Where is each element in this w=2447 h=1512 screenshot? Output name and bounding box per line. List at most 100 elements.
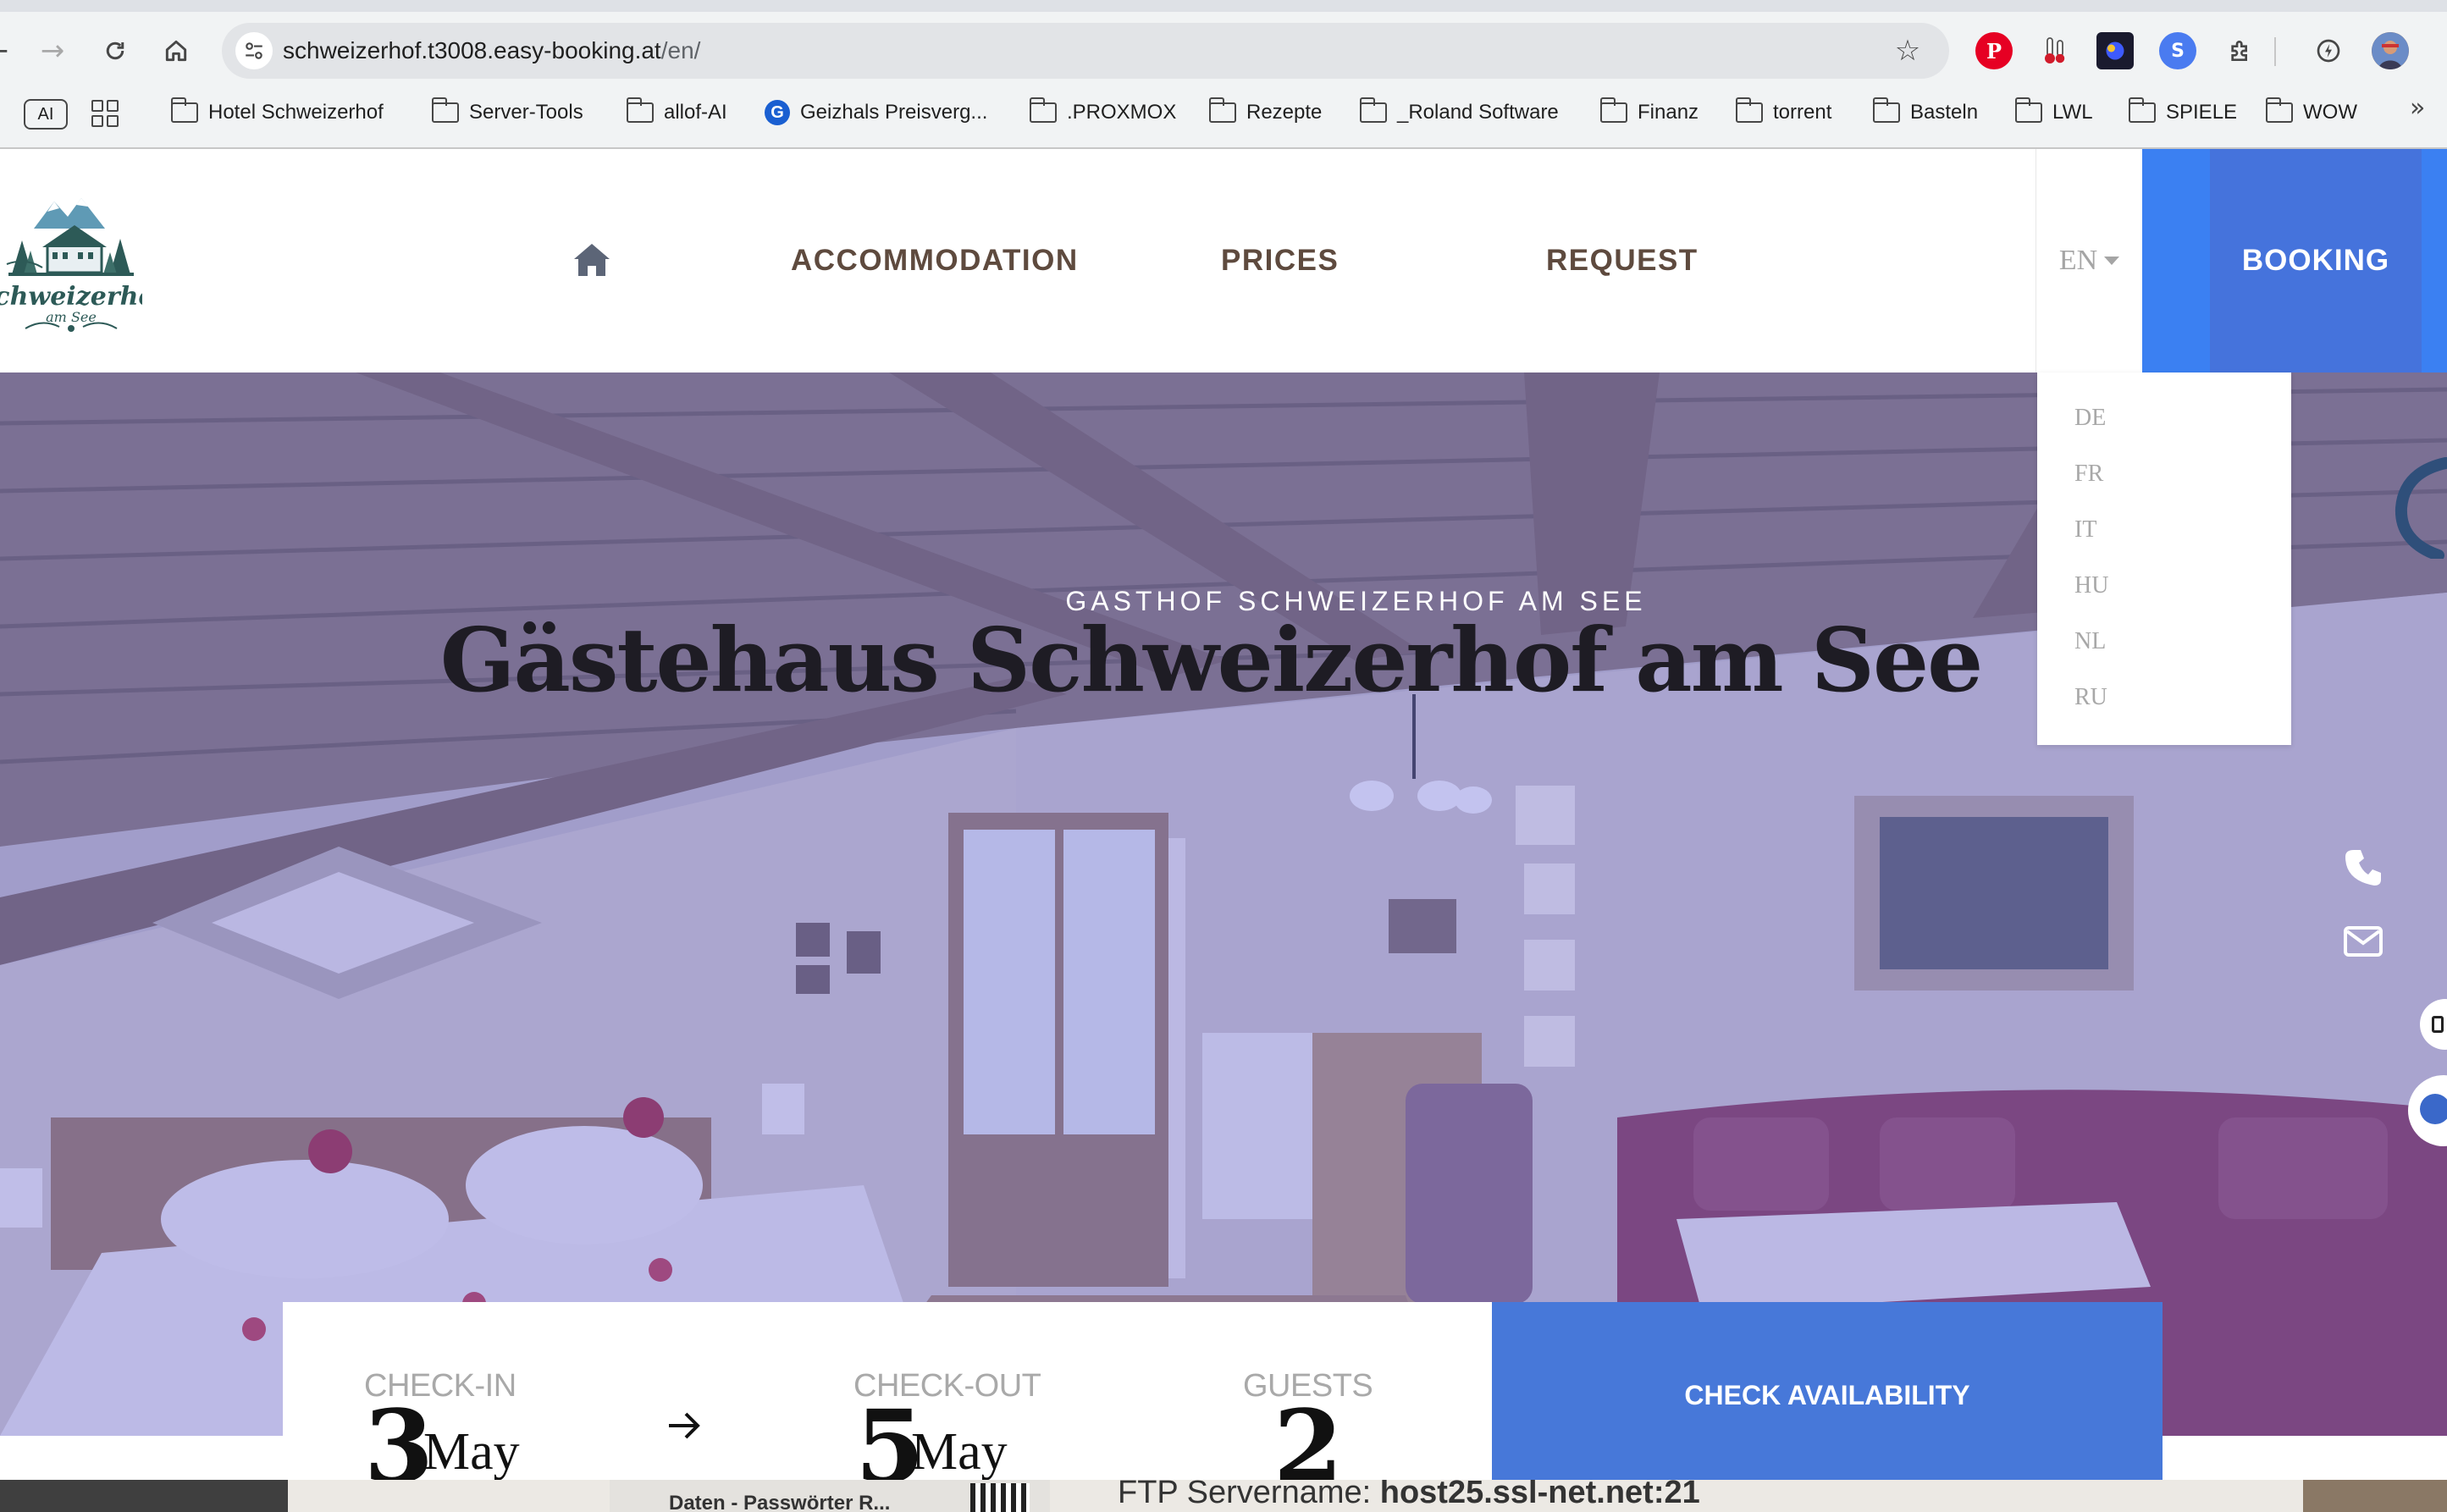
- ftp-value: host25.ssl-net.net:21: [1379, 1480, 1700, 1510]
- nav-accommodation[interactable]: ACCOMMODATION: [791, 149, 1079, 372]
- language-option-ru[interactable]: RU: [2074, 684, 2107, 711]
- qr-code-icon: [970, 1483, 1030, 1512]
- dark-extension-icon[interactable]: [2096, 32, 2134, 69]
- bookmark-star-icon[interactable]: ☆: [1888, 31, 1927, 70]
- geizhals-icon: G: [765, 100, 790, 125]
- bookmark-label: allof-AI: [664, 101, 727, 124]
- background-dark-panel: [0, 1480, 288, 1512]
- arrow-right-icon: [669, 1412, 700, 1439]
- nav-prices[interactable]: PRICES: [1221, 149, 1339, 372]
- bookmark-label: Finanz: [1638, 101, 1699, 124]
- check-availability-button[interactable]: CHECK AVAILABILITY: [1492, 1302, 2163, 1480]
- folder-icon: [1735, 97, 1763, 123]
- mail-icon[interactable]: [2342, 919, 2384, 962]
- logo-subtext: am See: [46, 309, 97, 325]
- nav-request[interactable]: REQUEST: [1546, 149, 1699, 372]
- tab-strip: [0, 0, 2447, 12]
- logo-text: Schweizerhof: [0, 282, 142, 312]
- home-icon[interactable]: [572, 242, 611, 278]
- bookmark-label: SPIELE: [2166, 101, 2238, 124]
- pinterest-icon[interactable]: P: [1975, 32, 2013, 69]
- language-option-de[interactable]: DE: [2074, 405, 2106, 432]
- browser-chrome: ← → schweizerhof.t3008.easy-booking.at/e…: [0, 0, 2447, 149]
- background-ftp-text: FTP Servername: host25.ssl-net.net:21: [1118, 1480, 1700, 1511]
- address-bar[interactable]: schweizerhof.t3008.easy-booking.at/en/ ☆: [222, 23, 1949, 79]
- language-option-fr[interactable]: FR: [2074, 461, 2103, 488]
- folder-icon: [170, 97, 198, 123]
- profile-avatar[interactable]: [2372, 32, 2409, 69]
- checkin-month[interactable]: May: [423, 1422, 520, 1480]
- bookmark-label: Hotel Schweizerhof: [208, 101, 384, 124]
- bookmark-label: _Roland Software: [1397, 101, 1559, 124]
- more-bookmarks-icon[interactable]: »: [2410, 93, 2425, 123]
- phone-icon[interactable]: [2342, 847, 2384, 889]
- language-option-nl[interactable]: NL: [2074, 628, 2106, 655]
- bookmark-folder[interactable]: Basteln: [1872, 91, 1979, 134]
- home-outline-icon: [165, 40, 187, 62]
- forward-button[interactable]: →: [27, 25, 78, 76]
- bookmark-label: torrent: [1773, 101, 1832, 124]
- widget-icon: [2432, 1016, 2444, 1033]
- folder-icon: [431, 97, 459, 123]
- language-option-it[interactable]: IT: [2074, 516, 2096, 544]
- home-button[interactable]: [151, 25, 202, 76]
- bookmark-folder[interactable]: .PROXMOX: [1029, 91, 1177, 134]
- bookmarks-bar: Hotel Schweizerhof Server-Tools allof-AI…: [0, 91, 2447, 134]
- reload-button[interactable]: [90, 25, 141, 76]
- bookmark-folder[interactable]: Rezepte: [1208, 91, 1323, 134]
- bookmark-folder[interactable]: torrent: [1735, 91, 1832, 134]
- language-option-hu[interactable]: HU: [2074, 572, 2108, 599]
- folder-icon: [2014, 97, 2042, 123]
- language-selector[interactable]: EN: [2035, 149, 2142, 372]
- chat-globe-icon: [2420, 1094, 2447, 1124]
- url-path: /en/: [660, 37, 701, 63]
- bookmark-label: WOW: [2303, 101, 2357, 124]
- bookmark-label: Geizhals Preisverg...: [800, 101, 988, 124]
- site-info-icon[interactable]: [235, 32, 273, 69]
- thermometer-extension-icon[interactable]: [2036, 32, 2074, 69]
- folder-icon: [626, 97, 654, 123]
- back-button[interactable]: ←: [0, 25, 22, 76]
- guests-count[interactable]: 2: [1273, 1397, 1343, 1481]
- blue-s-extension-icon[interactable]: S: [2159, 32, 2196, 69]
- bookmark-folder[interactable]: Hotel Schweizerhof: [170, 91, 384, 134]
- bookmark-folder[interactable]: Finanz: [1599, 91, 1699, 134]
- bookmark-link[interactable]: G Geizhals Preisverg...: [765, 91, 987, 134]
- bookmark-folder[interactable]: WOW: [2265, 91, 2357, 134]
- bookmark-folder[interactable]: _Roland Software: [1359, 91, 1559, 134]
- bookmark-label: Basteln: [1910, 101, 1979, 124]
- booking-button-area[interactable]: BOOKING: [2142, 149, 2447, 372]
- background-photo-thumb: [2303, 1480, 2447, 1512]
- bookmark-label: Rezepte: [1246, 101, 1323, 124]
- puzzle-extensions-icon[interactable]: [2222, 32, 2259, 69]
- booking-button[interactable]: BOOKING: [2210, 149, 2422, 372]
- folder-icon: [1029, 97, 1057, 123]
- bookmark-folder[interactable]: LWL: [2014, 91, 2093, 134]
- bookmark-folder[interactable]: allof-AI: [626, 91, 727, 134]
- ftp-label: FTP Servername:: [1118, 1480, 1372, 1510]
- performance-icon[interactable]: [2310, 32, 2347, 69]
- caret-down-icon: [2104, 257, 2120, 265]
- folder-icon: [1599, 97, 1627, 123]
- bookmark-folder[interactable]: Server-Tools: [431, 91, 583, 134]
- side-ring-decoration: [2395, 457, 2447, 559]
- checkout-month[interactable]: May: [911, 1422, 1008, 1480]
- bookmark-folder[interactable]: SPIELE: [2128, 91, 2238, 134]
- url-text[interactable]: schweizerhof.t3008.easy-booking.at/en/: [283, 23, 700, 79]
- folder-icon: [2128, 97, 2156, 123]
- background-doc-title: Daten - Passwörter R...: [669, 1492, 891, 1512]
- reload-icon: [106, 41, 124, 60]
- booking-bar: CHECK-IN 3 May CHECK-OUT 5 May GUESTS 2 …: [283, 1302, 2163, 1480]
- url-host: schweizerhof.t3008.easy-booking.at: [283, 37, 661, 63]
- language-current-label: EN: [2058, 245, 2098, 276]
- folder-icon: [1208, 97, 1236, 123]
- toolbar-separator: [2274, 37, 2276, 66]
- folder-icon: [2265, 97, 2293, 123]
- bookmark-label: LWL: [2052, 101, 2093, 124]
- bookmark-label: Server-Tools: [469, 101, 583, 124]
- bookmark-label: .PROXMOX: [1067, 101, 1177, 124]
- background-window-strip: Daten - Passwörter R... FTP Servername: …: [0, 1480, 2447, 1512]
- language-dropdown: DE FR IT HU NL RU: [2037, 372, 2291, 745]
- site-header: Schweizerhof am See ACCOMMODATION PRICES…: [0, 149, 2447, 372]
- schweizerhof-logo[interactable]: Schweizerhof am See: [0, 186, 142, 335]
